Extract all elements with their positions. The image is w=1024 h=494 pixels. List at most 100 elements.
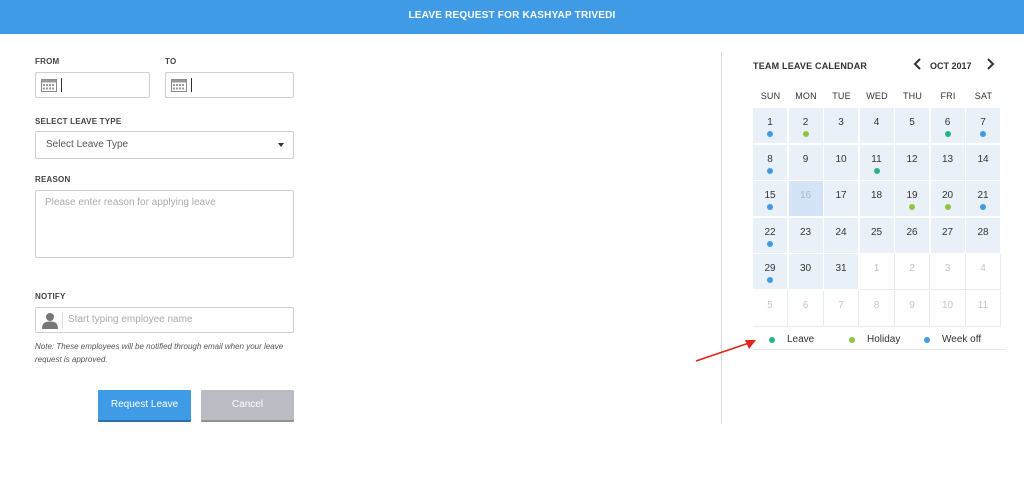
day-number: 15 [764, 190, 776, 201]
day-number: 13 [941, 153, 954, 165]
day-number: 25 [870, 226, 883, 238]
leave-type-value: Select Leave Type [46, 139, 129, 150]
calendar-day-cell[interactable]: 7 [824, 290, 859, 327]
day-number: 12 [906, 153, 918, 165]
weekoff-dot [980, 204, 986, 210]
holiday-dot [944, 204, 951, 210]
calendar-day-cell[interactable]: 4 [859, 108, 895, 144]
red-arrow-annotation [695, 340, 756, 362]
calendar-day-cell[interactable]: 2 [788, 108, 824, 144]
calendar-day-cell[interactable]: 19 [895, 181, 930, 217]
calendar-day-cell[interactable]: 6 [788, 290, 824, 327]
day-number: 26 [906, 226, 918, 238]
calendar-day-cell[interactable]: 24 [824, 217, 859, 254]
calendar-day-cell[interactable]: 8 [753, 144, 788, 181]
weekday-sat: SAT [974, 91, 993, 101]
weekday-wed: WED [866, 91, 888, 101]
calendar-day-cell[interactable]: 31 [824, 254, 859, 290]
calendar-day-cell[interactable]: 9 [788, 144, 824, 181]
calendar-day-cell[interactable]: 5 [753, 290, 788, 327]
calendar-day-cell[interactable]: 30 [788, 254, 824, 290]
chevron-left-icon[interactable] [913, 58, 923, 70]
legend-weekoff-label: Week off [942, 334, 982, 345]
vertical-divider [721, 52, 722, 424]
calendar-day-cell[interactable]: 18 [859, 181, 895, 217]
day-number: 24 [835, 226, 847, 238]
calendar-day-cell[interactable]: 2 [895, 254, 930, 290]
calendar-day-cell[interactable]: 8 [859, 290, 895, 327]
calendar-day-cell[interactable]: 13 [930, 144, 966, 181]
calendar-day-cell[interactable]: 6 [930, 108, 966, 144]
calendar-day-cell[interactable]: 11 [859, 144, 895, 181]
calendar-day-cell[interactable]: 29 [753, 254, 788, 290]
calendar-day-cell[interactable]: 28 [966, 217, 1001, 254]
day-number: 6 [944, 117, 951, 128]
day-number: 2 [802, 117, 809, 128]
calendar-icon[interactable] [41, 78, 57, 92]
calendar-day-cell[interactable]: 1 [753, 108, 788, 144]
calendar-day-cell[interactable]: 9 [895, 290, 930, 327]
calendar-day-cell[interactable]: 27 [930, 217, 966, 254]
calendar-month: OCT 2017 [930, 61, 972, 71]
calendar-day-cell[interactable]: 22 [753, 217, 788, 254]
day-number: 23 [799, 226, 812, 238]
day-number: 7 [980, 117, 986, 128]
notify-employee-input[interactable]: Start typing employee name [35, 307, 294, 333]
holiday-dot [802, 131, 809, 137]
leave-type-label: SELECT LEAVE TYPE [35, 117, 122, 126]
calendar-day-cell[interactable]: 20 [930, 181, 966, 217]
calendar-day-cell[interactable]: 16 [788, 181, 824, 217]
legend-weekoff-dot [924, 337, 930, 343]
calendar-day-cell[interactable]: 1 [859, 254, 895, 290]
calendar-day-cell[interactable]: 21 [966, 181, 1001, 217]
request-leave-button[interactable]: Request Leave [98, 390, 191, 422]
reason-textarea[interactable]: Please enter reason for applying leave [35, 190, 294, 258]
calendar-day-cell[interactable]: 15 [753, 181, 788, 217]
calendar-day-cell[interactable]: 25 [859, 217, 895, 254]
calendar-icon[interactable] [171, 78, 187, 92]
day-number: 21 [977, 190, 989, 201]
calendar-grid: 1 2 3 4 5 6 7 8 9 10 11 12 13 14 15 16 17 18 19 20 21 22 23 24 2… [753, 108, 1002, 327]
day-number: 3 [944, 263, 951, 274]
calendar-day-cell[interactable]: 10 [824, 144, 859, 181]
day-number: 28 [977, 226, 989, 238]
weekoff-dot [767, 204, 773, 210]
calendar-day-cell[interactable]: 12 [895, 144, 930, 181]
day-number: 1 [767, 117, 773, 128]
calendar-day-cell[interactable]: 14 [966, 144, 1001, 181]
day-number: 9 [909, 299, 915, 311]
weekoff-dot [767, 167, 773, 174]
calendar-day-cell[interactable]: 17 [824, 181, 859, 217]
calendar-day-cell[interactable]: 7 [966, 108, 1001, 144]
day-number: 4 [980, 263, 986, 274]
reason-placeholder: Please enter reason for applying leave [45, 197, 216, 208]
weekoff-dot [767, 240, 773, 247]
leave-type-select[interactable]: Select Leave Type [35, 131, 294, 159]
calendar-day-cell[interactable]: 4 [966, 254, 1001, 290]
weekoff-dot [767, 131, 773, 137]
calendar-day-cell[interactable]: 5 [895, 108, 930, 144]
chevron-right-icon[interactable] [985, 58, 995, 70]
to-label: TO [165, 57, 177, 66]
cancel-button[interactable]: Cancel [201, 390, 294, 422]
page-header: LEAVE REQUEST FOR KASHYAP TRIVEDI [0, 0, 1024, 34]
day-number: 10 [941, 299, 954, 311]
day-number: 22 [764, 226, 776, 238]
leave-dot [944, 131, 951, 137]
calendar-day-cell[interactable]: 3 [824, 108, 859, 144]
day-number: 9 [802, 153, 809, 165]
calendar-day-cell[interactable]: 11 [966, 290, 1001, 327]
calendar-day-cell[interactable]: 3 [930, 254, 966, 290]
calendar-day-cell[interactable]: 10 [930, 290, 966, 327]
legend-leave-label: Leave [787, 334, 815, 345]
legend-holiday-label: Holiday [867, 334, 901, 345]
legend-leave-dot [769, 337, 775, 343]
day-number: 1 [873, 263, 880, 274]
from-date-input[interactable] [35, 72, 150, 98]
calendar-day-cell[interactable]: 26 [895, 217, 930, 254]
to-date-input[interactable] [165, 72, 294, 98]
legend-holiday-dot [849, 337, 855, 343]
calendar-day-cell[interactable]: 23 [788, 217, 824, 254]
day-number: 11 [977, 299, 989, 311]
weekday-sun: SUN [760, 91, 781, 101]
